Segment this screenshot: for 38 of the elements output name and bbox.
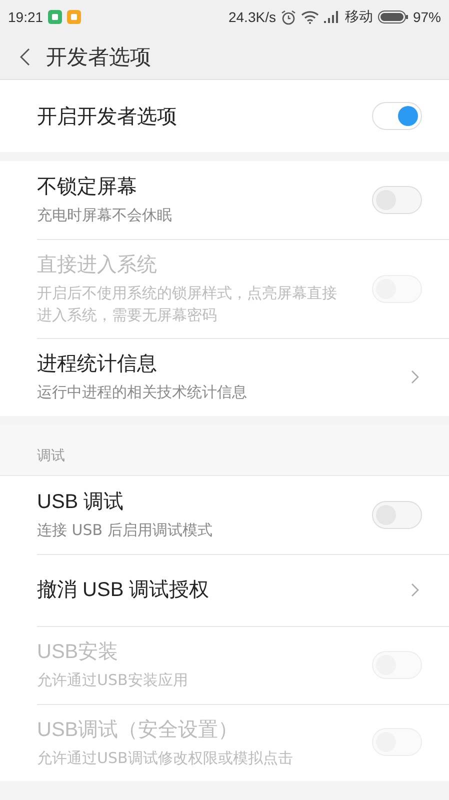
battery-icon (378, 10, 408, 24)
chevron-right-icon (411, 370, 419, 384)
chevron-right-icon (411, 582, 419, 597)
setting-title: 进程统计信息 (37, 352, 158, 378)
setting-description: 连接 USB 后启用调试模式 (37, 520, 212, 541)
setting-title: USB安装 (37, 640, 120, 665)
section-heading: 调试 (0, 425, 449, 476)
status-time: 19:21 (8, 9, 44, 25)
app-notification-icon (48, 10, 62, 24)
page-title: 开发者选项 (46, 44, 151, 70)
app-notification-icon (67, 10, 82, 24)
back-button[interactable] (18, 46, 32, 68)
network-speed: 24.3K/s (228, 9, 276, 25)
setting-description: 运行中进程的相关技术统计信息 (37, 382, 247, 404)
setting-description: 允许通过USB调试修改权限或模拟点击 (37, 748, 293, 768)
setting-description: 允许通过USB安装应用 (37, 670, 188, 691)
battery-percent: 97% (412, 9, 441, 25)
setting-title: 开启开发者选项 (37, 104, 177, 130)
settings-row[interactable]: 进程统计信息 运行中进程的相关技术统计信息 (0, 338, 449, 416)
toggle-switch[interactable] (372, 500, 422, 529)
setting-title: 不锁定屏幕 (37, 175, 138, 200)
settings-row[interactable]: 撤消 USB 调试授权 (0, 554, 449, 626)
setting-title: USB 调试 (37, 490, 125, 515)
alarm-icon (280, 10, 296, 24)
setting-title: 直接进入系统 (37, 252, 158, 278)
toggle-switch[interactable] (372, 186, 422, 214)
signal-icon (324, 11, 340, 23)
carrier-name: 移动 (344, 8, 373, 26)
settings-row[interactable]: 开启开发者选项 (0, 80, 449, 152)
setting-description: 开启后不使用系统的锁屏样式，点亮屏幕直接进入系统，需要无屏幕密码 (37, 282, 337, 326)
wifi-icon (300, 10, 319, 24)
setting-description: 充电时屏幕不会休眠 (37, 205, 172, 226)
settings-row[interactable]: 不锁定屏幕 充电时屏幕不会休眠 (0, 161, 449, 239)
setting-title: 撤消 USB 调试授权 (37, 578, 210, 604)
settings-row[interactable]: USB 调试 连接 USB 后启用调试模式 (0, 476, 449, 554)
back-icon (20, 48, 30, 66)
toggle-switch[interactable] (372, 102, 422, 130)
setting-title: USB调试（安全设置） (37, 718, 240, 742)
